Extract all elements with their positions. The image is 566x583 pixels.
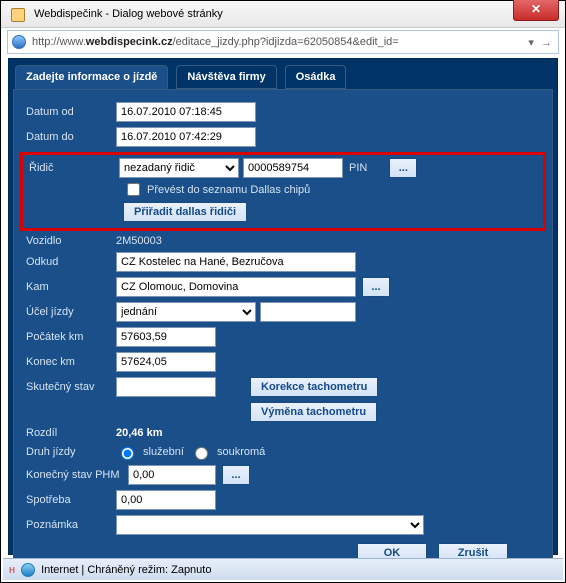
label-skutecny: Skutečný stav [26, 381, 116, 393]
url-text: http://www.webdispecink.cz/editace_jizdy… [32, 36, 524, 48]
label-prevest: Převést do seznamu Dallas chipů [147, 184, 310, 196]
label-ridic: Řidič [29, 162, 119, 174]
status-text: Internet | Chráněný režim: Zapnuto [41, 564, 211, 576]
content-area: Zadejte informace o jízdě Návštěva firmy… [8, 58, 558, 555]
browse-pin-button[interactable]: ... [389, 158, 417, 178]
select-ridic[interactable]: nezadaný řidič [119, 158, 239, 178]
label-konec: Konec km [26, 356, 116, 368]
label-soukroma: soukromá [217, 446, 265, 458]
label-spotreba: Spotřeba [26, 494, 116, 506]
close-icon: ✕ [531, 2, 541, 16]
label-odkud: Odkud [26, 256, 116, 268]
browse-kam-button[interactable]: ... [362, 277, 390, 297]
input-datum-do[interactable] [116, 127, 256, 147]
label-kam: Kam [26, 281, 116, 293]
radio-soukroma[interactable] [195, 447, 208, 460]
tab-jizda[interactable]: Zadejte informace o jízdě [15, 65, 168, 89]
label-sluzebni: služební [143, 446, 184, 458]
select-ucel[interactable]: jednání [116, 302, 256, 322]
app-icon [11, 8, 25, 22]
input-dallas-id[interactable] [243, 158, 343, 178]
input-kam[interactable] [116, 277, 356, 297]
input-odkud[interactable] [116, 252, 356, 272]
close-button[interactable]: ✕ [513, 0, 559, 21]
label-pin: PIN [349, 162, 367, 174]
label-rozdil: Rozdíl [26, 427, 116, 439]
window-title: Webdispečink - Dialog webové stránky [34, 8, 223, 20]
value-vozidlo: 2M50003 [116, 235, 162, 247]
input-spotreba[interactable] [116, 490, 216, 510]
radio-sluzebni[interactable] [121, 447, 134, 460]
tab-navsteva[interactable]: Návštěva firmy [176, 65, 276, 89]
titlebar: Webdispečink - Dialog webové stránky ✕ [1, 1, 565, 28]
label-datum-od: Datum od [26, 106, 116, 118]
tab-osadka[interactable]: Osádka [285, 65, 347, 89]
browse-phm-button[interactable]: ... [222, 465, 250, 485]
tabstrip: Zadejte informace o jízdě Návštěva firmy… [13, 63, 553, 89]
input-ucel-text[interactable] [260, 302, 356, 322]
label-druh: Druh jízdy [26, 446, 116, 458]
input-datum-od[interactable] [116, 102, 256, 122]
label-pocatek: Počátek km [26, 331, 116, 343]
button-vymena[interactable]: Výměna tachometru [250, 402, 377, 422]
label-poznamka: Poznámka [26, 519, 116, 531]
address-bar[interactable]: http://www.webdispecink.cz/editace_jizdy… [7, 30, 559, 54]
form-panel: Datum od Datum do Řidič nezadaný řidič P… [13, 89, 553, 576]
addressbar-arrows[interactable]: ▾ → [524, 36, 554, 49]
input-konec[interactable] [116, 352, 216, 372]
ie-icon [12, 35, 26, 49]
driver-highlight-box: Řidič nezadaný řidič PIN ... Převést do … [20, 152, 546, 231]
button-korekce[interactable]: Korekce tachometru [250, 377, 378, 397]
label-vozidlo: Vozidlo [26, 235, 116, 247]
checkbox-prevest[interactable] [127, 183, 140, 196]
status-bar: ʜ Internet | Chráněný režim: Zapnuto [3, 558, 563, 580]
status-bullet: ʜ [9, 564, 15, 576]
button-priradit[interactable]: Přiřadit dallas řidiči [123, 202, 247, 222]
label-konecny-phm: Konečný stav PHM [26, 469, 128, 481]
label-ucel: Účel jízdy [26, 306, 116, 318]
label-datum-do: Datum do [26, 131, 116, 143]
globe-icon [21, 563, 35, 577]
select-poznamka[interactable] [116, 515, 424, 535]
input-skutecny[interactable] [116, 377, 216, 397]
input-pocatek[interactable] [116, 327, 216, 347]
value-rozdil: 20,46 km [116, 427, 162, 439]
input-konecny-phm[interactable] [128, 465, 216, 485]
